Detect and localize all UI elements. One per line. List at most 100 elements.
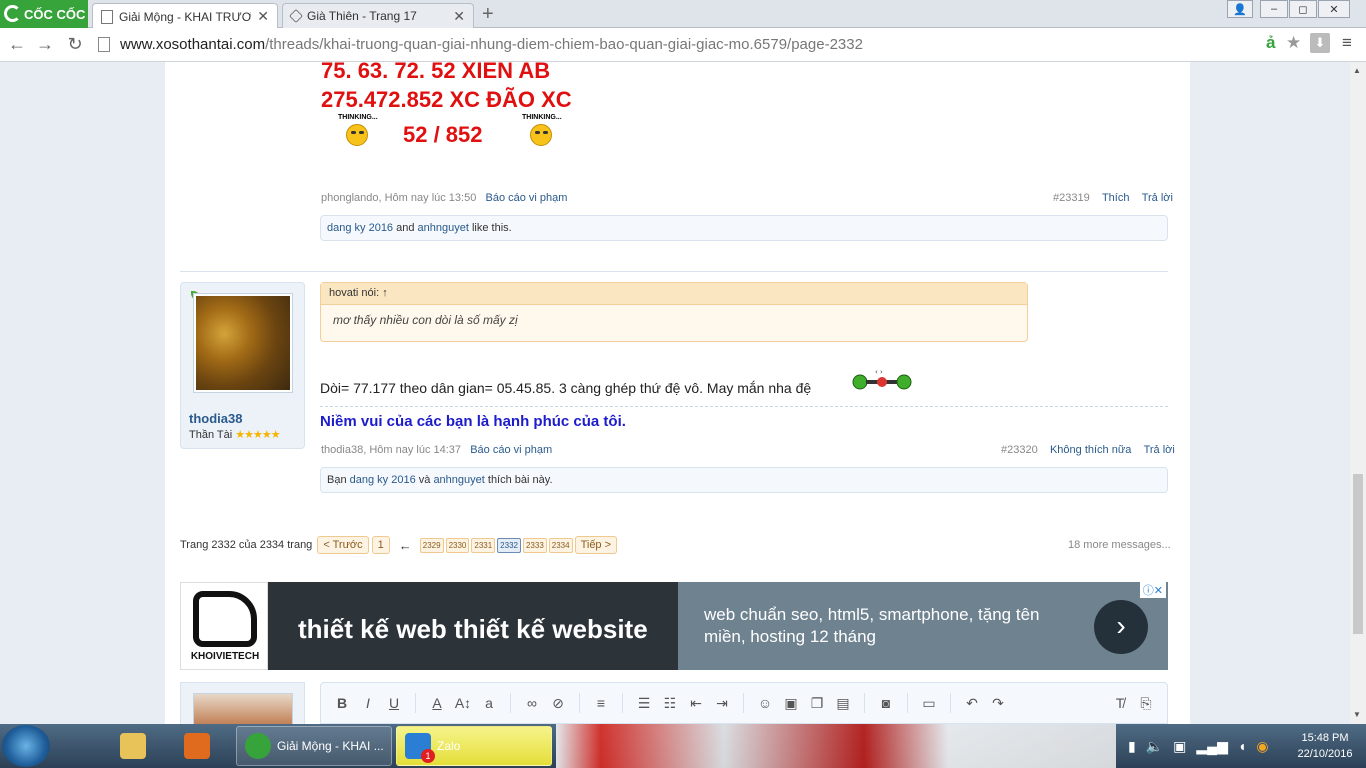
- underline-icon[interactable]: U: [385, 695, 403, 711]
- tab-giai-mong[interactable]: Giải Mộng - KHAI TRƯƠNG ✕: [92, 3, 278, 29]
- liker-link[interactable]: anhnguyet: [418, 222, 469, 234]
- system-clock[interactable]: 15:48 PM 22/10/2016: [1290, 730, 1360, 762]
- unlink-icon[interactable]: ⊘: [549, 695, 567, 712]
- minimize-icon[interactable]: –: [1260, 0, 1288, 18]
- avatar[interactable]: [193, 293, 293, 393]
- numbered-list-icon[interactable]: ☷: [661, 695, 679, 712]
- smiley-icon[interactable]: ☺: [756, 695, 774, 711]
- close-window-icon[interactable]: ✕: [1318, 0, 1350, 18]
- taskbar-item-zalo[interactable]: 1 Zalo: [396, 726, 552, 766]
- maximize-icon[interactable]: ◻: [1289, 0, 1317, 18]
- quote-header[interactable]: hovati nói: ↑: [321, 283, 1027, 305]
- page-scrollbar[interactable]: ▲ ▼: [1350, 62, 1366, 724]
- page-button[interactable]: 2331: [471, 537, 496, 553]
- outdent-icon[interactable]: ⇤: [687, 695, 705, 712]
- notification-icon[interactable]: ▮: [1128, 738, 1136, 755]
- align-icon[interactable]: ≡: [592, 695, 610, 711]
- start-button[interactable]: [2, 725, 50, 767]
- camera-icon[interactable]: ◙: [877, 695, 895, 711]
- coccoc-typing-icon[interactable]: ả: [1266, 33, 1275, 53]
- editor-avatar: [180, 682, 305, 724]
- page-button[interactable]: 2330: [445, 537, 470, 553]
- signature: Niềm vui của các bạn là hạnh phúc của tô…: [320, 413, 626, 430]
- like-link[interactable]: Thích: [1102, 192, 1130, 204]
- code-icon[interactable]: ▤: [834, 695, 852, 712]
- browser-brand-button[interactable]: CỐC CỐC: [0, 0, 88, 28]
- link-icon[interactable]: ∞: [523, 695, 541, 711]
- post-number[interactable]: #23320: [1001, 444, 1038, 456]
- ad-headline[interactable]: thiết kế web thiết kế website: [298, 614, 648, 645]
- media-player-icon[interactable]: [176, 726, 220, 766]
- ad-arrow-button[interactable]: ›: [1094, 600, 1148, 654]
- taskbar-item-browser[interactable]: Giải Mộng - KHAI ...: [236, 726, 392, 766]
- report-link[interactable]: Báo cáo vi phạm: [486, 192, 568, 204]
- new-tab-icon[interactable]: +: [482, 3, 494, 26]
- liker-link[interactable]: dang ky 2016: [350, 474, 416, 486]
- forward-icon[interactable]: →: [34, 34, 56, 55]
- back-icon[interactable]: ←: [6, 34, 28, 55]
- next-page-button[interactable]: Tiếp >: [574, 536, 618, 554]
- redo-icon[interactable]: ↷: [989, 695, 1007, 712]
- zalo-badge: 1: [421, 749, 435, 763]
- scroll-up-icon[interactable]: ▲: [1353, 66, 1361, 75]
- post-number[interactable]: #23319: [1053, 192, 1090, 204]
- undo-icon[interactable]: ↶: [963, 695, 981, 712]
- scroll-down-icon[interactable]: ▼: [1353, 710, 1361, 719]
- toggle-bbcode-icon[interactable]: ⎘: [1137, 695, 1155, 712]
- page-jump-icon[interactable]: ←: [399, 538, 412, 553]
- liker-link[interactable]: dang ky 2016: [327, 222, 393, 234]
- italic-icon[interactable]: I: [359, 695, 377, 711]
- ad-choices-icon[interactable]: ⓘ✕: [1139, 582, 1166, 598]
- ad-banner[interactable]: KHOIVIETECH thiết kế web thiết kế websit…: [180, 582, 1168, 670]
- more-messages-link[interactable]: 18 more messages...: [1068, 539, 1171, 551]
- tab-title: Giải Mộng - KHAI TRƯƠNG: [119, 9, 252, 24]
- unlike-link[interactable]: Không thích nữa: [1050, 444, 1131, 456]
- network-icon[interactable]: ▂▄▆: [1196, 738, 1227, 755]
- volume-icon[interactable]: 🔈: [1146, 738, 1163, 755]
- save-icon[interactable]: ▭: [920, 695, 938, 712]
- post1-actions: #23319 Thích Trả lời: [1053, 192, 1173, 204]
- indent-icon[interactable]: ⇥: [713, 695, 731, 712]
- url-field[interactable]: www.xosothantai.com/threads/khai-truong-…: [120, 36, 863, 53]
- rank-stars-icon: ★★★★★: [235, 429, 280, 441]
- bookmark-star-icon[interactable]: ★: [1286, 33, 1301, 53]
- language-indicator[interactable]: EN: [1054, 738, 1069, 750]
- reply-link[interactable]: Trả lời: [1144, 444, 1175, 456]
- liker-link[interactable]: anhnguyet: [433, 474, 484, 486]
- author-name[interactable]: thodia38: [189, 411, 242, 426]
- update-icon[interactable]: ◉: [1256, 738, 1268, 755]
- tab-gia-thien[interactable]: Già Thiên - Trang 17 ✕: [282, 3, 474, 28]
- download-icon[interactable]: ⬇: [1310, 33, 1330, 53]
- speaker-icon[interactable]: ◖: [1238, 738, 1246, 754]
- report-link[interactable]: Báo cáo vi phạm: [470, 444, 552, 456]
- post1-center: 52 / 852: [403, 122, 483, 147]
- post2-author-time[interactable]: thodia38, Hôm nay lúc 14:37: [321, 444, 461, 456]
- reply-link[interactable]: Trả lời: [1142, 192, 1173, 204]
- bold-icon[interactable]: B: [333, 695, 351, 711]
- menu-icon[interactable]: ≡: [1342, 33, 1352, 53]
- remove-format-icon[interactable]: T̸: [1111, 695, 1129, 711]
- profile-icon[interactable]: 👤: [1227, 0, 1253, 18]
- page-button[interactable]: 2329: [419, 537, 444, 553]
- close-tab-icon[interactable]: ✕: [453, 8, 465, 25]
- media-icon[interactable]: ❐: [808, 695, 826, 712]
- font-family-icon[interactable]: a: [480, 695, 498, 711]
- post-divider: [180, 271, 1168, 272]
- page-1-button[interactable]: 1: [371, 536, 390, 554]
- prev-page-button[interactable]: < Trước: [317, 536, 369, 554]
- page-button[interactable]: 2334: [548, 537, 573, 553]
- font-size-icon[interactable]: A↕: [454, 695, 472, 711]
- image-icon[interactable]: ▣: [782, 695, 800, 712]
- close-tab-icon[interactable]: ✕: [257, 8, 269, 25]
- quote-body: mơ thấy nhiều con dòi là số mấy zị: [333, 313, 518, 327]
- file-explorer-icon[interactable]: [112, 726, 156, 766]
- post1-author-time[interactable]: phonglando, Hôm nay lúc 13:50: [321, 192, 476, 204]
- scrollbar-thumb[interactable]: [1353, 474, 1363, 634]
- post1-line2: 275.472.852 XC ĐÃO XC: [321, 87, 572, 112]
- device-icon[interactable]: ▣: [1173, 738, 1186, 755]
- text-color-icon[interactable]: A: [428, 695, 446, 711]
- reload-icon[interactable]: ↻: [64, 34, 86, 55]
- page-button[interactable]: 2333: [522, 537, 547, 553]
- current-page-button[interactable]: 2332: [497, 537, 521, 553]
- bullet-list-icon[interactable]: ☰: [635, 695, 653, 712]
